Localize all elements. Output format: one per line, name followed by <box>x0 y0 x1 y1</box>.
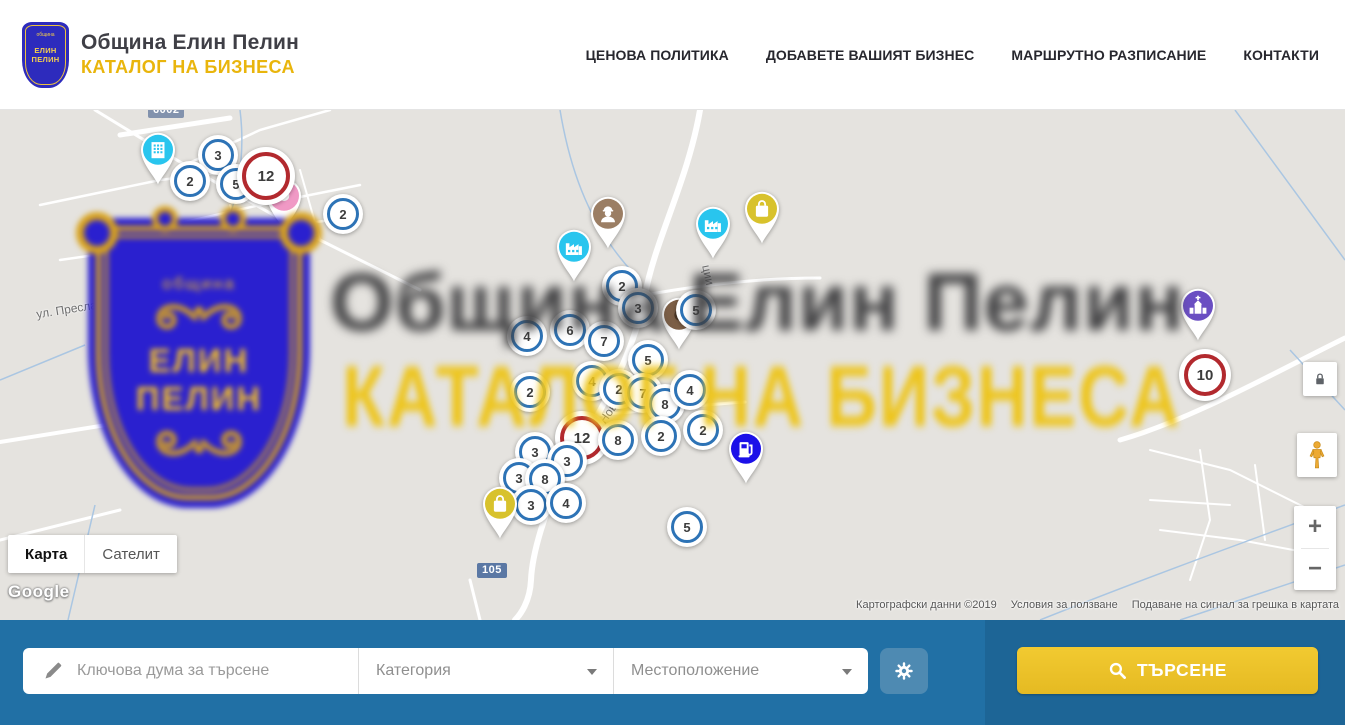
municipality-emblem-icon: община ЕЛИН ПЕЛИН <box>22 22 69 88</box>
gear-icon <box>893 660 915 682</box>
fuel-pump-pin[interactable] <box>723 427 769 485</box>
cluster-count: 4 <box>507 316 547 356</box>
zoom-out-button[interactable]: − <box>1294 549 1336 591</box>
lock-icon <box>1311 370 1329 388</box>
lock-control[interactable] <box>1303 362 1337 396</box>
cluster-count: 5 <box>667 507 707 547</box>
pencil-icon <box>43 661 63 681</box>
cluster-marker[interactable]: 2 <box>510 372 550 412</box>
search-button-label: ТЪРСЕНЕ <box>1137 660 1227 681</box>
cluster-count: 4 <box>546 483 586 523</box>
cluster-marker[interactable]: 4 <box>546 483 586 523</box>
search-icon <box>1108 661 1127 680</box>
report-error-link[interactable]: Подаване на сигнал за грешка в картата <box>1132 599 1339 611</box>
cluster-count: 2 <box>683 410 723 450</box>
cluster-marker[interactable]: 4 <box>670 370 710 410</box>
search-bar: Категория Местоположение <box>0 620 1345 725</box>
chevron-down-icon <box>842 669 852 675</box>
shopping-bag-pin[interactable] <box>739 187 785 245</box>
cluster-marker[interactable]: 4 <box>507 316 547 356</box>
search-button-panel: ТЪРСЕНЕ <box>985 620 1345 725</box>
cluster-count: 5 <box>676 290 716 330</box>
cluster-count: 3 <box>618 288 658 328</box>
nav-item[interactable]: МАРШРУТНО РАЗПИСАНИЕ <box>1011 47 1206 63</box>
cluster-marker[interactable]: 3 <box>618 288 658 328</box>
brand-logo[interactable]: община ЕЛИН ПЕЛИН Община Елин Пелин КАТА… <box>22 22 299 88</box>
cluster-marker[interactable]: 7 <box>584 321 624 361</box>
main-nav: ЦЕНОВА ПОЛИТИКА ДОБАВЕТЕ ВАШИЯТ БИЗНЕС МАР… <box>586 47 1319 63</box>
cluster-marker[interactable]: 10 <box>1179 349 1231 401</box>
cluster-marker[interactable]: 2 <box>323 194 363 234</box>
search-fields: Категория Местоположение <box>23 648 868 694</box>
cluster-count: 10 <box>1179 349 1231 401</box>
emblem-name-line1: ЕЛИН <box>22 46 69 56</box>
cluster-marker[interactable]: 8 <box>598 420 638 460</box>
satellite-mode-button[interactable]: Сателит <box>84 535 177 573</box>
factory-pin[interactable] <box>551 225 597 283</box>
cluster-marker[interactable]: 2 <box>641 416 681 456</box>
cluster-marker[interactable]: 2 <box>683 410 723 450</box>
map-data-copyright: Картографски данни ©2019 <box>856 599 997 611</box>
map-canvas[interactable]: ул. Преславбул. „Новоселции6002105 32512… <box>0 110 1345 620</box>
cluster-count: 2 <box>323 194 363 234</box>
street-view-pegman[interactable] <box>1297 433 1337 477</box>
terms-link[interactable]: Условия за ползване <box>1011 599 1118 611</box>
markers-layer: 325122235647542278412822333834510 <box>0 110 1345 620</box>
zoom-in-button[interactable]: + <box>1294 506 1336 548</box>
nav-item[interactable]: ЦЕНОВА ПОЛИТИКА <box>586 47 729 63</box>
page: община ЕЛИН ПЕЛИН Община Елин Пелин КАТА… <box>0 0 1345 725</box>
site-subtitle: КАТАЛОГ НА БИЗНЕСА <box>81 57 299 78</box>
cluster-count: 4 <box>670 370 710 410</box>
map-type-control: Карта Сателит <box>8 535 177 573</box>
factory-pin[interactable] <box>690 202 736 260</box>
emblem-top-text: община <box>22 32 69 38</box>
location-dropdown-label: Местоположение <box>631 662 759 680</box>
site-title: Община Елин Пелин <box>81 31 299 55</box>
google-logo[interactable]: Google <box>8 582 70 602</box>
shopping-bag-pin[interactable] <box>477 482 523 540</box>
location-dropdown[interactable]: Местоположение <box>613 648 868 694</box>
nav-item[interactable]: КОНТАКТИ <box>1243 47 1319 63</box>
header: община ЕЛИН ПЕЛИН Община Елин Пелин КАТА… <box>0 0 1345 110</box>
keyword-section <box>23 648 358 694</box>
cluster-marker[interactable]: 5 <box>676 290 716 330</box>
category-dropdown[interactable]: Категория <box>358 648 613 694</box>
category-dropdown-label: Категория <box>376 662 451 680</box>
cluster-count: 2 <box>510 372 550 412</box>
map-mode-button[interactable]: Карта <box>8 535 84 573</box>
nav-item[interactable]: ДОБАВЕТЕ ВАШИЯТ БИЗНЕС <box>766 47 975 63</box>
map-attribution: Картографски данни ©2019 Условия за полз… <box>856 599 1339 611</box>
church-pin[interactable] <box>1175 284 1221 342</box>
cluster-count: 7 <box>584 321 624 361</box>
cluster-count: 12 <box>237 147 295 205</box>
advanced-settings-button[interactable] <box>880 648 928 694</box>
cluster-marker[interactable]: 5 <box>667 507 707 547</box>
building-pin[interactable] <box>135 128 181 186</box>
zoom-control: + − <box>1294 506 1336 590</box>
pegman-icon <box>1306 440 1328 470</box>
keyword-search-input[interactable] <box>77 662 317 680</box>
chevron-down-icon <box>587 669 597 675</box>
emblem-name-line2: ПЕЛИН <box>22 55 69 65</box>
search-button[interactable]: ТЪРСЕНЕ <box>1017 647 1318 694</box>
cluster-marker[interactable]: 12 <box>237 147 295 205</box>
cluster-count: 8 <box>598 420 638 460</box>
cluster-count: 2 <box>641 416 681 456</box>
